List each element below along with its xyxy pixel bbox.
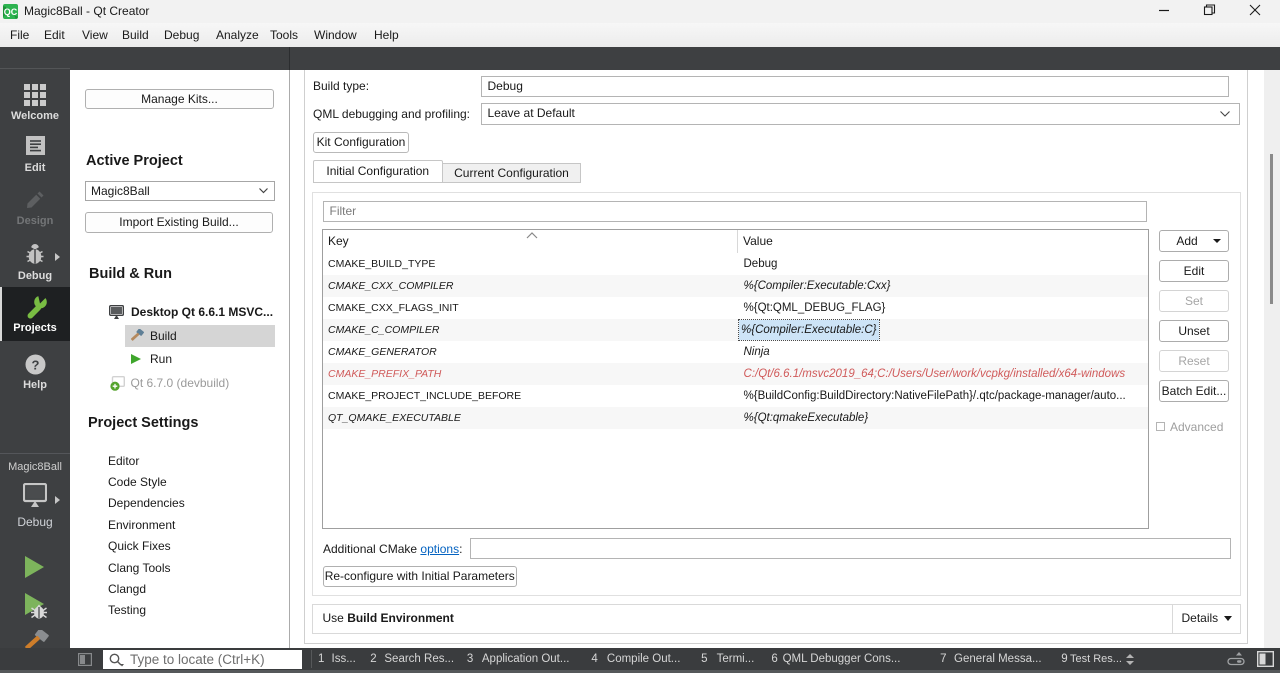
svg-text:QC: QC [4,7,18,17]
svg-text:?: ? [32,358,40,373]
